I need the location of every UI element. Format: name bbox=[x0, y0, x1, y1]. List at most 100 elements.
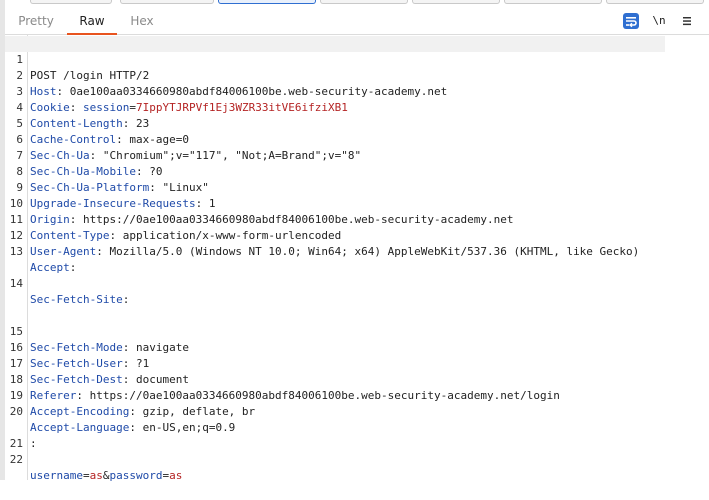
header-value: navigate bbox=[135, 341, 189, 354]
header-value: 23 bbox=[135, 117, 150, 130]
header-key: Accept bbox=[30, 261, 70, 274]
header-line: 14 Sec-Fetch-Site: bbox=[5, 260, 130, 306]
header-value: 1 bbox=[208, 197, 216, 210]
header-line: 2 Host: 0ae100aa0334660980abdf84006100be… bbox=[5, 52, 447, 98]
header-line: 8 Sec-Ch-Ua-Platform: "Linux" bbox=[5, 148, 208, 194]
param-value: as bbox=[89, 469, 103, 482]
separator: : bbox=[135, 165, 150, 178]
upper-tab-stub[interactable] bbox=[30, 0, 112, 4]
separator: : bbox=[109, 229, 123, 242]
header-key: Sec-Ch-Ua-Platform bbox=[30, 181, 150, 194]
editor-toolbar: Pretty Raw Hex \n bbox=[5, 8, 709, 35]
header-value: https://0ae100aa0334660980abdf84006100be… bbox=[83, 213, 514, 226]
header-key: Content-Length bbox=[30, 117, 123, 130]
header-value: application/x-www-form-urlencoded bbox=[122, 229, 342, 242]
header-line: 11 Content-Type: application/x-www-form-… bbox=[5, 196, 342, 242]
header-line: : bbox=[5, 404, 37, 450]
header-value: en-US,en;q=0.9 bbox=[142, 421, 236, 434]
header-key: Accept-Encoding bbox=[30, 405, 130, 418]
upper-tab-stub[interactable] bbox=[120, 0, 214, 4]
header-line: 12 User-Agent: Mozilla/5.0 (Windows NT 1… bbox=[5, 212, 640, 258]
param-key: password bbox=[109, 469, 163, 482]
header-key: Sec-Ch-Ua-Mobile bbox=[30, 165, 136, 178]
header-line: 4 Content-Length: 23 bbox=[5, 84, 149, 130]
header-line-continuation bbox=[5, 276, 32, 292]
header-line: 13 Accept: bbox=[5, 228, 77, 274]
header-line: 9 Upgrade-Insecure-Requests: 1 bbox=[5, 164, 215, 210]
header-value: https://0ae100aa0334660980abdf84006100be… bbox=[89, 389, 560, 402]
header-key: Cache-Control bbox=[30, 133, 117, 146]
request-editor[interactable]: 1 POST /login HTTP/2 2 Host: 0ae100aa033… bbox=[5, 35, 709, 482]
header-key: Sec-Fetch-Mode bbox=[30, 341, 123, 354]
word-wrap-icon[interactable] bbox=[623, 13, 639, 29]
cookie-value: 7IppYTJRPVf1Ej3WZR33itVE6ifziXB1 bbox=[135, 101, 348, 114]
separator: : bbox=[129, 405, 143, 418]
upper-tab-stub[interactable] bbox=[606, 0, 704, 4]
header-key: Referer bbox=[30, 389, 77, 402]
header-key: Sec-Fetch-User bbox=[30, 357, 123, 370]
header-key: User-Agent bbox=[30, 245, 97, 258]
separator: : bbox=[96, 245, 110, 258]
separator: = bbox=[82, 469, 90, 482]
header-value: Mozilla/5.0 (Windows NT 10.0; Win64; x64… bbox=[109, 245, 640, 258]
separator: : bbox=[122, 117, 136, 130]
separator: : bbox=[76, 389, 90, 402]
separator: : bbox=[122, 357, 136, 370]
header-key: Accept-Language bbox=[30, 421, 130, 434]
header-line: 10 Origin: https://0ae100aa0334660980abd… bbox=[5, 180, 514, 226]
header-line: 5 Cache-Control: max-age=0 bbox=[5, 100, 189, 146]
separator: : bbox=[89, 149, 103, 162]
separator: : bbox=[116, 133, 130, 146]
line-number: 22 bbox=[9, 453, 23, 466]
header-line: 3 Cookie: session=7IppYTJRPVf1Ej3WZR33it… bbox=[5, 68, 348, 114]
header-key: Upgrade-Insecure-Requests bbox=[30, 197, 196, 210]
header-value: 0ae100aa0334660980abdf84006100be.web-sec… bbox=[69, 85, 448, 98]
separator: : bbox=[122, 373, 136, 386]
header-value: ?1 bbox=[135, 357, 150, 370]
header-line: 20 Accept-Language: en-US,en;q=0.9 bbox=[5, 388, 236, 434]
upper-tab-stub[interactable] bbox=[320, 0, 408, 4]
header-line: 19 Accept-Encoding: gzip, deflate, br bbox=[5, 372, 255, 418]
newline-toggle-icon[interactable]: \n bbox=[651, 13, 667, 29]
header-key: Sec-Ch-Ua bbox=[30, 149, 90, 162]
separator: : bbox=[69, 261, 83, 274]
header-value: "Chromium";v="117", "Not;A=Brand";v="8" bbox=[102, 149, 362, 162]
header-key: Origin bbox=[30, 213, 70, 226]
header-line: 16 Sec-Fetch-User: ?1 bbox=[5, 324, 149, 370]
header-value: "Linux" bbox=[162, 181, 209, 194]
separator: : bbox=[69, 101, 83, 114]
separator: : bbox=[122, 341, 136, 354]
header-line: 17 Sec-Fetch-Dest: document bbox=[5, 340, 189, 386]
header-line: 18 Referer: https://0ae100aa0334660980ab… bbox=[5, 356, 560, 402]
header-line: 7 Sec-Ch-Ua-Mobile: ?0 bbox=[5, 132, 162, 178]
cookie-name: session bbox=[83, 101, 130, 114]
separator: = bbox=[129, 101, 136, 114]
header-key: Content-Type bbox=[30, 229, 110, 242]
param-value: as bbox=[169, 469, 183, 482]
header-line: 6 Sec-Ch-Ua: "Chromium";v="117", "Not;A=… bbox=[5, 116, 361, 162]
param-key: username bbox=[30, 469, 83, 482]
upper-tab-stub-active[interactable] bbox=[218, 0, 316, 4]
request-line-text: POST /login HTTP/2 bbox=[30, 69, 150, 82]
header-key: Sec-Fetch-Site bbox=[30, 293, 123, 306]
separator: : bbox=[195, 197, 209, 210]
tab-hex[interactable]: Hex bbox=[117, 8, 167, 34]
upper-tab-stub[interactable] bbox=[412, 0, 500, 4]
separator: : bbox=[129, 421, 143, 434]
request-line: 1 POST /login HTTP/2 bbox=[5, 36, 665, 82]
hamburger-menu-icon[interactable] bbox=[679, 13, 695, 29]
header-line-continuation bbox=[5, 244, 32, 260]
tab-raw[interactable]: Raw bbox=[67, 8, 117, 35]
header-line-continuation bbox=[5, 292, 32, 308]
upper-tab-stub[interactable] bbox=[504, 0, 602, 4]
header-key: Host bbox=[30, 85, 57, 98]
header-value: max-age=0 bbox=[129, 133, 189, 146]
header-key: Sec-Fetch-Dest bbox=[30, 373, 123, 386]
tab-pretty[interactable]: Pretty bbox=[5, 8, 67, 34]
top-tab-strip bbox=[0, 0, 709, 5]
header-value: gzip, deflate, br bbox=[142, 405, 256, 418]
separator: : bbox=[69, 213, 83, 226]
separator: : bbox=[30, 437, 44, 450]
separator: : bbox=[122, 293, 136, 306]
header-value: ?0 bbox=[149, 165, 163, 178]
